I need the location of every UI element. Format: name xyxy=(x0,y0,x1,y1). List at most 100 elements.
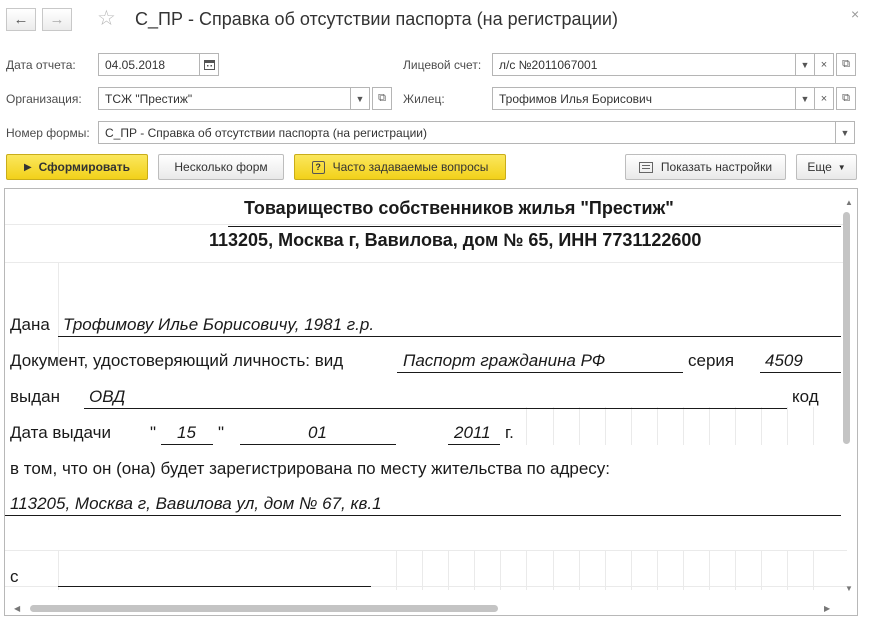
account-label: Лицевой счет: xyxy=(403,58,482,72)
account-field[interactable]: л/с №2011067001 xyxy=(492,53,796,76)
quote-open: " xyxy=(150,423,157,442)
vertical-scrollbar-thumb[interactable] xyxy=(843,212,850,444)
scroll-left-icon[interactable]: ◀ xyxy=(14,604,20,613)
report-date-label: Дата отчета: xyxy=(6,58,76,72)
registration-statement: в том, что он (она) будет зарегистрирова… xyxy=(10,459,611,478)
resident-dropdown-button[interactable]: ▼ xyxy=(795,87,815,110)
grid-line xyxy=(579,550,580,590)
grid-line xyxy=(526,550,527,590)
faq-label: Часто задаваемые вопросы xyxy=(332,160,489,174)
calendar-button[interactable] xyxy=(199,53,219,76)
grid-line xyxy=(787,407,788,445)
calendar-icon xyxy=(203,60,215,70)
organization-field[interactable]: ТСЖ "Престиж" xyxy=(98,87,351,110)
underline xyxy=(84,408,787,409)
more-button[interactable]: Еще ▼ xyxy=(796,154,857,180)
grid-line xyxy=(58,550,59,590)
clear-icon: × xyxy=(820,92,828,105)
more-label: Еще xyxy=(807,160,832,174)
arrow-left-icon: ← xyxy=(13,11,29,28)
report-date-field[interactable]: 04.05.2018 xyxy=(98,53,200,76)
show-settings-button[interactable]: Показать настройки xyxy=(625,154,786,180)
resident-field[interactable]: Трофимов Илья Борисович xyxy=(492,87,796,110)
chevron-down-icon: ▼ xyxy=(840,127,850,138)
year-suffix: г. xyxy=(505,423,514,442)
several-forms-label: Несколько форм xyxy=(174,160,268,174)
series-value: 4509 xyxy=(765,351,803,370)
grid-line xyxy=(631,550,632,590)
registration-address: 113205, Москва г, Вавилова ул, дом № 67,… xyxy=(10,494,382,513)
grid-line xyxy=(683,550,684,590)
window-title: С_ПР - Справка об отсутствии паспорта (н… xyxy=(135,9,618,29)
grid-line xyxy=(709,550,710,590)
account-open-button[interactable]: ⧉ xyxy=(836,53,856,76)
question-icon: ? xyxy=(311,160,325,174)
issue-year-value: 2011 xyxy=(454,423,491,442)
grid-line xyxy=(787,550,788,590)
grid-line xyxy=(553,407,554,445)
settings-list-icon xyxy=(638,161,653,173)
issued-to-label: Дана xyxy=(10,315,50,334)
series-label: серия xyxy=(688,351,735,370)
back-button[interactable]: ← xyxy=(6,8,36,31)
grid-line xyxy=(5,224,847,225)
form-number-dropdown-button[interactable]: ▼ xyxy=(835,121,855,144)
grid-line xyxy=(631,407,632,445)
account-dropdown-button[interactable]: ▼ xyxy=(795,53,815,76)
quote-close: " xyxy=(218,423,225,442)
grid-line xyxy=(709,407,710,445)
underline xyxy=(448,444,500,445)
issue-day-value: 15 xyxy=(177,423,196,442)
open-icon: ⧉ xyxy=(378,92,386,104)
grid-line xyxy=(761,550,762,590)
organization-dropdown-button[interactable]: ▼ xyxy=(350,87,370,110)
chevron-down-icon: ▼ xyxy=(800,93,810,104)
organization-label: Организация: xyxy=(6,92,82,106)
arrow-right-icon: → xyxy=(49,11,65,28)
resident-clear-button[interactable]: × xyxy=(814,87,834,110)
underline xyxy=(5,515,841,516)
generate-label: Сформировать xyxy=(38,160,131,174)
grid-line xyxy=(5,262,847,263)
underline xyxy=(397,372,683,373)
doc-label: Документ, удостоверяющий личность: вид xyxy=(10,351,344,370)
grid-line xyxy=(813,407,814,445)
grid-line xyxy=(657,550,658,590)
organization-open-button[interactable]: ⧉ xyxy=(372,87,392,110)
grid-line xyxy=(735,550,736,590)
underline xyxy=(760,372,841,373)
grid-line xyxy=(605,407,606,445)
grid-line xyxy=(474,550,475,590)
clear-icon: × xyxy=(820,58,828,71)
generate-button[interactable]: ▶ Сформировать xyxy=(6,154,148,180)
grid-line xyxy=(5,550,847,551)
scroll-right-icon[interactable]: ▶ xyxy=(824,604,830,613)
grid-line xyxy=(735,407,736,445)
grid-line xyxy=(683,407,684,445)
horizontal-scrollbar-thumb[interactable] xyxy=(30,605,498,612)
resident-open-button[interactable]: ⧉ xyxy=(836,87,856,110)
form-number-label: Номер формы: xyxy=(6,126,90,140)
grid-line xyxy=(813,550,814,590)
grid-line xyxy=(553,550,554,590)
faq-button[interactable]: ? Часто задаваемые вопросы xyxy=(294,154,506,180)
report-document[interactable]: Товарищество собственников жилья "Прести… xyxy=(4,188,858,616)
forward-button[interactable]: → xyxy=(42,8,72,31)
issued-to-value: Трофимову Илье Борисовичу, 1981 г.р. xyxy=(63,315,375,334)
chevron-down-icon: ▼ xyxy=(355,93,365,104)
underline xyxy=(161,444,213,445)
org-address: 113205, Москва г, Вавилова, дом № 65, ИН… xyxy=(209,230,702,250)
form-number-field[interactable]: С_ПР - Справка об отсутствии паспорта (н… xyxy=(98,121,836,144)
several-forms-button[interactable]: Несколько форм xyxy=(158,154,284,180)
close-icon[interactable]: × xyxy=(851,6,859,22)
scroll-down-icon[interactable]: ▼ xyxy=(845,584,853,593)
underline xyxy=(58,586,371,587)
underline xyxy=(228,226,841,227)
scroll-up-icon[interactable]: ▲ xyxy=(845,198,853,207)
favorite-star-icon[interactable]: ☆ xyxy=(97,6,116,31)
grid-line xyxy=(396,550,397,590)
chevron-down-icon: ▼ xyxy=(837,162,846,172)
grid-line xyxy=(657,407,658,445)
account-clear-button[interactable]: × xyxy=(814,53,834,76)
chevron-down-icon: ▼ xyxy=(800,59,810,70)
